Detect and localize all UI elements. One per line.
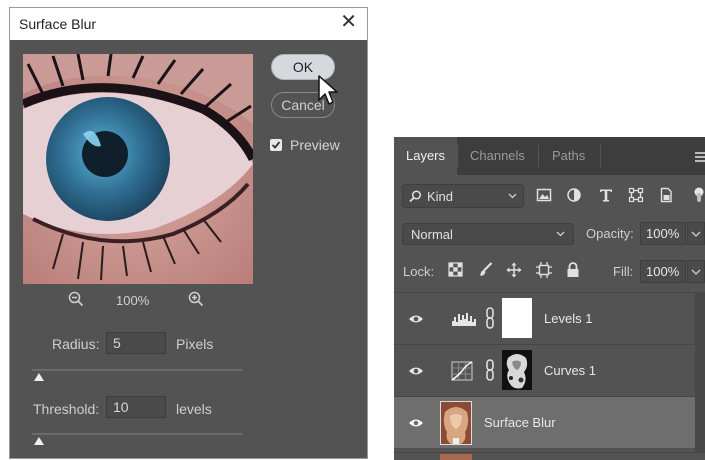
lock-image-pixels-icon[interactable] <box>478 262 493 277</box>
link-chain-icon[interactable] <box>485 359 495 381</box>
opacity-input[interactable]: 100% <box>640 222 686 245</box>
layer-name[interactable]: Levels 1 <box>544 311 592 326</box>
layer-row-surface-blur[interactable]: Surface Blur <box>394 396 705 448</box>
fill-dropdown[interactable] <box>687 260 705 283</box>
layer-name[interactable]: Surface Blur <box>484 415 556 430</box>
chevron-down-icon <box>556 231 565 237</box>
visibility-eye-icon[interactable] <box>408 313 424 325</box>
lock-all-icon[interactable] <box>566 262 580 278</box>
layer-mask-thumbnail[interactable] <box>502 350 532 390</box>
layer-name[interactable]: Curves 1 <box>544 363 596 378</box>
chevron-down-icon <box>691 269 701 275</box>
threshold-input[interactable]: 10 <box>106 396 166 418</box>
opacity-dropdown[interactable] <box>687 222 705 245</box>
radius-slider-thumb[interactable] <box>34 373 44 381</box>
zoom-out-icon[interactable] <box>68 291 84 307</box>
adjustment-layer-filter-icon[interactable] <box>566 187 582 203</box>
lock-transparent-pixels-icon[interactable] <box>448 262 463 277</box>
search-icon <box>409 190 422 203</box>
preview-label: Preview <box>290 137 340 153</box>
lock-artboard-icon[interactable] <box>536 262 552 278</box>
layer-mask-thumbnail[interactable] <box>502 298 532 338</box>
filter-kind-select[interactable]: Kind <box>402 184 524 208</box>
filter-preview-image[interactable] <box>23 54 253 284</box>
blend-mode-label: Normal <box>411 227 453 242</box>
layer-thumbnail[interactable] <box>440 401 472 445</box>
radius-label: Radius: <box>52 336 100 352</box>
link-chain-icon[interactable] <box>485 307 495 329</box>
preview-checkbox[interactable] <box>270 139 282 151</box>
lock-label: Lock: <box>403 264 435 279</box>
panel-menu-icon[interactable] <box>695 152 705 164</box>
mouse-cursor-icon <box>318 75 338 105</box>
chevron-down-icon <box>691 231 701 237</box>
visibility-eye-icon[interactable] <box>408 417 424 429</box>
type-layer-filter-icon[interactable] <box>598 187 614 203</box>
visibility-eye-icon[interactable] <box>408 365 424 377</box>
zoom-level: 100% <box>116 293 150 308</box>
tab-divider <box>600 145 601 167</box>
levels-adjustment-icon[interactable] <box>451 309 477 327</box>
tab-divider <box>538 145 539 167</box>
filter-toggle-icon[interactable] <box>688 187 705 203</box>
radius-slider-track[interactable] <box>32 369 243 371</box>
lock-position-icon[interactable] <box>506 262 522 278</box>
tab-divider <box>457 145 458 167</box>
opacity-label: Opacity: <box>586 226 634 241</box>
threshold-slider-thumb[interactable] <box>34 437 44 445</box>
panel-tab-bar: Layers Channels Paths <box>394 137 705 175</box>
dialog-title: Surface Blur <box>19 16 97 32</box>
fill-input[interactable]: 100% <box>640 260 686 283</box>
zoom-in-icon[interactable] <box>188 291 204 307</box>
chevron-down-icon <box>508 193 517 199</box>
layer-row-curves[interactable]: Curves 1 <box>394 344 705 396</box>
layers-scrollbar[interactable] <box>695 292 705 452</box>
threshold-label: Threshold: <box>33 401 100 417</box>
layers-panel: Layers Channels Paths Kind Normal Opacit… <box>394 137 705 460</box>
checkmark-icon <box>271 141 281 149</box>
tab-channels[interactable]: Channels <box>470 137 525 175</box>
pixel-layer-filter-icon[interactable] <box>536 187 552 203</box>
layer-thumbnail <box>440 454 472 460</box>
curves-adjustment-icon[interactable] <box>451 361 473 381</box>
fill-label: Fill: <box>613 264 634 279</box>
threshold-slider-track[interactable] <box>32 433 243 435</box>
layer-row-levels[interactable]: Levels 1 <box>394 292 705 344</box>
radius-input[interactable]: 5 <box>106 332 166 354</box>
close-icon[interactable]: ✕ <box>340 12 357 32</box>
tab-paths[interactable]: Paths <box>552 137 585 175</box>
smart-object-filter-icon[interactable] <box>658 187 674 203</box>
filter-kind-label: Kind <box>427 189 454 204</box>
threshold-unit: levels <box>176 401 212 417</box>
surface-blur-dialog: Surface Blur ✕ OK Cancel Preview 100% Ra… <box>9 7 368 459</box>
radius-unit: Pixels <box>176 336 214 352</box>
tab-layers[interactable]: Layers <box>394 137 457 175</box>
shape-layer-filter-icon[interactable] <box>628 187 644 203</box>
dialog-titlebar[interactable]: Surface Blur ✕ <box>10 8 367 40</box>
blend-mode-select[interactable]: Normal <box>402 223 574 245</box>
